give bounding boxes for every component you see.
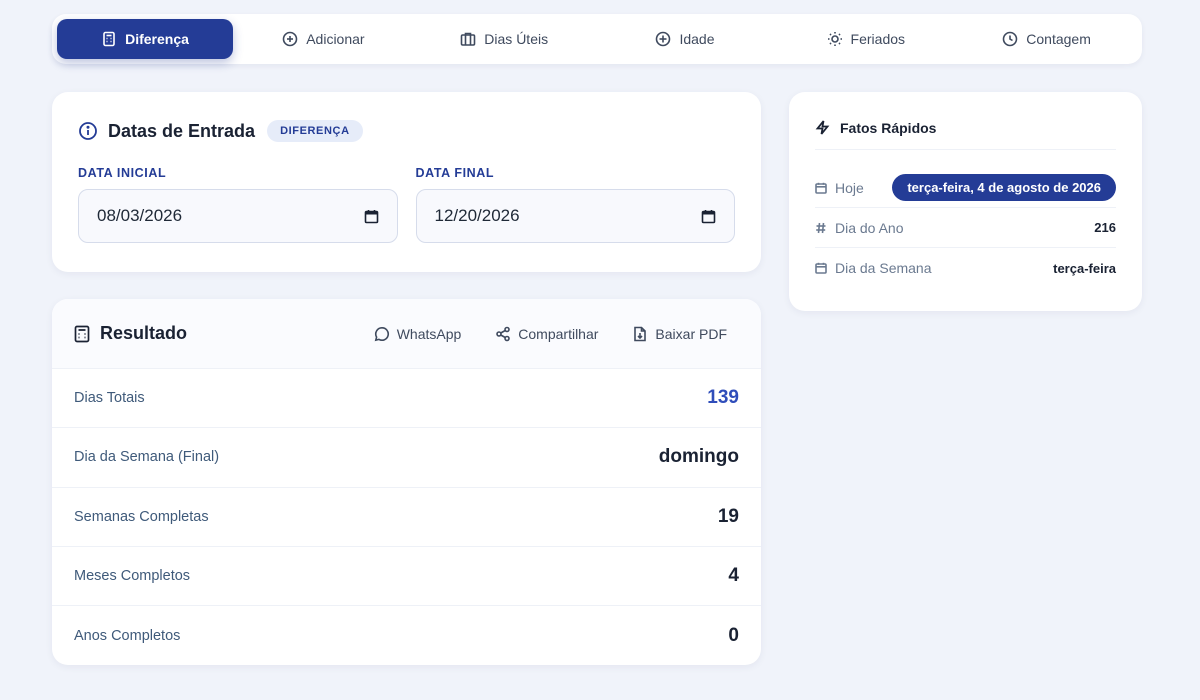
calculator-icon [74, 325, 90, 342]
input-card: Datas de Entrada DIFERENÇA DATA INICIAL … [52, 92, 761, 272]
share-label: Compartilhar [518, 325, 599, 342]
file-download-icon [634, 326, 647, 341]
tab-idade[interactable]: Idade [595, 19, 776, 59]
clock-icon [1002, 31, 1018, 47]
tab-label: Adicionar [306, 31, 365, 47]
download-pdf-label: Baixar PDF [655, 325, 727, 342]
result-value: 4 [728, 565, 739, 587]
hash-icon [816, 222, 826, 233]
tab-label: Feriados [850, 31, 906, 47]
calendar-icon [815, 182, 827, 194]
start-date-value: 08/03/2026 [97, 206, 183, 225]
whatsapp-label: WhatsApp [396, 325, 462, 342]
calendar-icon[interactable] [364, 209, 379, 224]
result-header: Resultado WhatsApp Compartilhar Baixar P… [52, 299, 761, 369]
result-value: 0 [728, 624, 739, 646]
sun-icon [827, 32, 842, 46]
result-label: Semanas Completas [74, 508, 209, 525]
end-date-label: DATA FINAL [415, 166, 495, 180]
whatsapp-button[interactable]: WhatsApp [374, 325, 462, 342]
fact-row-day-of-year: Dia do Ano 216 [815, 208, 1116, 248]
share-button[interactable]: Compartilhar [495, 326, 598, 342]
tab-diferenca[interactable]: Diferença [57, 19, 233, 59]
result-card: Resultado WhatsApp Compartilhar Baixar P… [52, 299, 761, 665]
fact-value: 216 [1094, 220, 1116, 235]
fact-row-today: Hoje terça-feira, 4 de agosto de 2026 [815, 168, 1116, 208]
tab-label: Idade [679, 31, 715, 47]
result-title: Resultado [100, 323, 188, 343]
result-row-months: Meses Completos 4 [52, 547, 761, 607]
download-pdf-button[interactable]: Baixar PDF [632, 326, 727, 342]
quick-facts-header: Fatos Rápidos [815, 92, 1116, 150]
lightning-icon [815, 120, 830, 135]
tab-label: Diferença [125, 31, 189, 47]
tab-label: Dias Úteis [484, 31, 549, 47]
fact-row-weekday: Dia da Semana terça-feira [815, 248, 1116, 288]
result-label: Meses Completos [74, 568, 191, 585]
result-row-years: Anos Completos 0 [52, 606, 761, 665]
tab-contagem[interactable]: Contagem [956, 19, 1137, 59]
input-header: Datas de Entrada DIFERENÇA [78, 120, 735, 142]
input-title: Datas de Entrada [108, 120, 256, 141]
result-value: 139 [707, 387, 739, 409]
today-pill: terça-feira, 4 de agosto de 2026 [892, 174, 1116, 201]
quick-facts-card: Fatos Rápidos Hoje terça-feira, 4 de ago… [789, 92, 1142, 311]
result-row-weeks: Semanas Completas 19 [52, 488, 761, 547]
tab-feriados[interactable]: Feriados [775, 19, 956, 59]
share-icon [496, 326, 511, 341]
calendar-icon [815, 262, 827, 274]
fact-label: Hoje [835, 179, 864, 196]
info-icon [79, 122, 97, 140]
result-row-total-days: Dias Totais 139 [52, 369, 761, 429]
tab-dias-uteis[interactable]: Dias Úteis [414, 19, 595, 59]
fact-label: Dia do Ano [835, 219, 904, 236]
fact-label: Dia da Semana [835, 260, 932, 276]
end-date-value: 12/20/2026 [434, 206, 520, 225]
result-label: Anos Completos [74, 627, 181, 644]
plus-circle-icon [282, 31, 298, 47]
tab-label: Contagem [1026, 31, 1091, 47]
tab-bar: Diferença Adicionar Dias Úteis Idade Fer… [52, 14, 1142, 64]
start-date-label: DATA INICIAL [78, 166, 167, 180]
quick-facts-title: Fatos Rápidos [840, 119, 937, 136]
chat-bubble-icon [374, 326, 389, 341]
calendar-icon[interactable] [701, 209, 716, 224]
result-label: Dia da Semana (Final) [74, 449, 220, 466]
calculator-icon [103, 31, 115, 47]
fact-value: terça-feira [1053, 260, 1116, 276]
result-label: Dias Totais [74, 390, 145, 407]
end-date-field: DATA FINAL 12/20/2026 [415, 166, 735, 243]
start-date-field: DATA INICIAL 08/03/2026 [78, 166, 398, 243]
tab-adicionar[interactable]: Adicionar [233, 19, 414, 59]
result-value: domingo [658, 446, 739, 468]
briefcase-icon [460, 32, 476, 46]
clock-plus-icon [656, 31, 671, 47]
start-date-input[interactable]: 08/03/2026 [78, 189, 398, 243]
result-row-weekday-final: Dia da Semana (Final) domingo [52, 428, 761, 488]
result-value: 19 [717, 505, 739, 527]
mode-badge: DIFERENÇA [267, 120, 363, 142]
end-date-input[interactable]: 12/20/2026 [415, 189, 735, 243]
